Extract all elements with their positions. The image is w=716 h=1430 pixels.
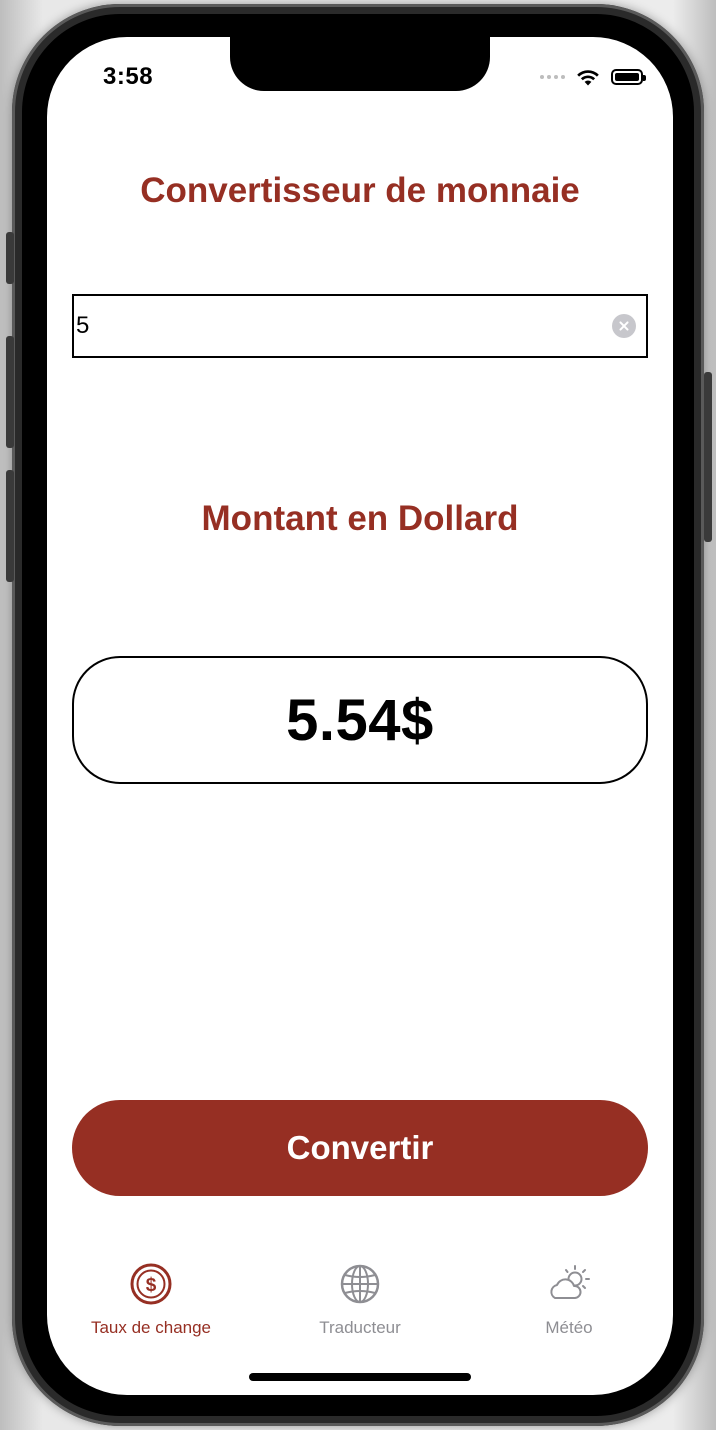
tab-weather-label: Météo — [545, 1318, 593, 1337]
result-label: Montant en Dollard — [201, 499, 519, 538]
cloud-sun-icon — [550, 1265, 590, 1299]
globe-icon — [340, 1264, 380, 1304]
status-time: 3:58 — [103, 63, 154, 90]
tab-exchange-rate-label: Taux de change — [90, 1318, 212, 1337]
clear-text-icon[interactable] — [612, 314, 636, 338]
signal-dots-icon — [540, 75, 565, 79]
tab-translator[interactable]: Traducteur — [265, 1262, 455, 1338]
result-box: 5.54$ — [72, 656, 648, 784]
dollar-circle-icon: $ — [130, 1263, 172, 1305]
home-indicator[interactable] — [249, 1373, 471, 1381]
convert-button[interactable]: Convertir — [72, 1100, 648, 1196]
volume-up-button — [6, 336, 14, 448]
tab-exchange-rate[interactable]: $ Taux de change — [56, 1262, 246, 1338]
tab-bar: $ Taux de change Traducteur Météo — [47, 1262, 673, 1342]
silent-switch — [6, 232, 14, 284]
volume-down-button — [6, 470, 14, 582]
wifi-icon — [577, 70, 599, 86]
app-screen: 3:58 Convertisseur de monnaie Montant en… — [47, 37, 673, 1395]
amount-input-container — [72, 294, 648, 358]
tab-weather[interactable]: Météo — [474, 1262, 664, 1338]
tab-translator-label: Traducteur — [319, 1318, 401, 1337]
svg-text:$: $ — [146, 1275, 157, 1296]
power-button — [704, 372, 712, 542]
battery-icon — [611, 69, 646, 85]
status-icons — [540, 67, 646, 87]
amount-input[interactable] — [74, 296, 612, 356]
page-title: Convertisseur de monnaie — [140, 171, 580, 210]
notch — [230, 37, 490, 91]
result-value: 5.54$ — [286, 687, 434, 753]
